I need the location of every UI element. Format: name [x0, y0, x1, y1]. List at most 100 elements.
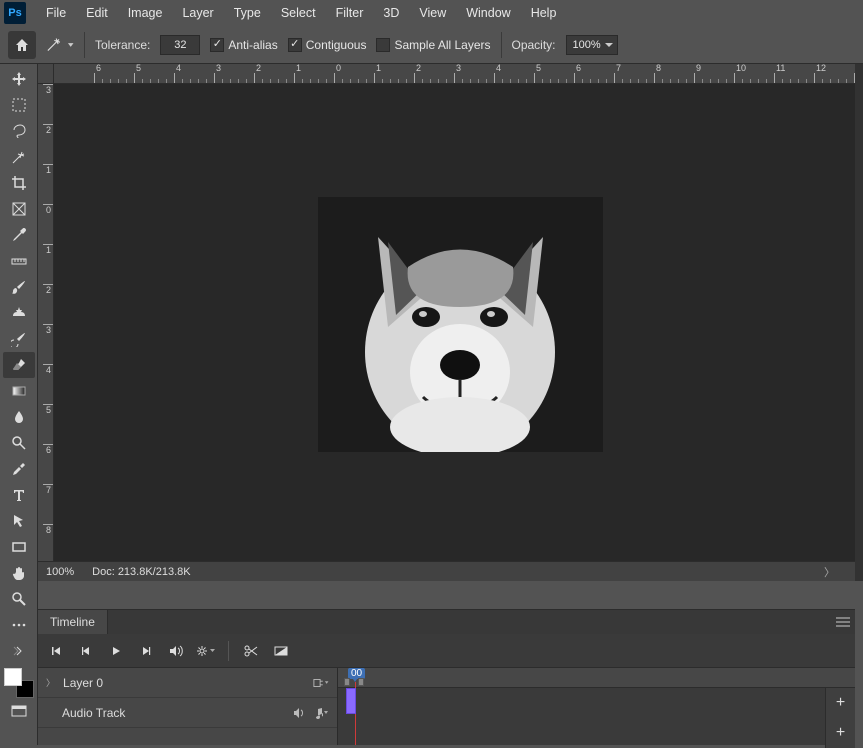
timeline-settings-button[interactable]: [194, 639, 218, 663]
panel-menu-button[interactable]: [831, 610, 855, 634]
color-swatches[interactable]: [4, 668, 34, 698]
home-icon: [14, 37, 30, 53]
audio-icon[interactable]: [291, 705, 307, 721]
document-image: [318, 197, 603, 452]
mute-audio-button[interactable]: [164, 639, 188, 663]
previous-frame-button[interactable]: [74, 639, 98, 663]
audio-track-header[interactable]: Audio Track: [38, 698, 337, 728]
timeline-tab[interactable]: Timeline: [38, 610, 108, 634]
work-area-start[interactable]: [344, 678, 350, 686]
menu-edit[interactable]: Edit: [76, 2, 118, 24]
ruler-tool[interactable]: [3, 248, 35, 274]
right-panel-dock[interactable]: [855, 64, 863, 581]
history-brush-tool[interactable]: [3, 326, 35, 352]
divider: [228, 641, 229, 661]
menu-icon: [836, 617, 850, 627]
foreground-color-swatch[interactable]: [4, 668, 22, 686]
eyedropper-tool[interactable]: [3, 222, 35, 248]
menu-3d[interactable]: 3D: [373, 2, 409, 24]
path-selection-tool[interactable]: [3, 508, 35, 534]
go-to-first-frame-button[interactable]: [44, 639, 68, 663]
status-flyout-icon[interactable]: 〉: [824, 564, 835, 580]
workspace: 654321012345678910111213 3210123456789: [38, 64, 863, 581]
zoom-level[interactable]: 100%: [46, 566, 74, 578]
marquee-tool[interactable]: [3, 92, 35, 118]
music-icon[interactable]: [313, 705, 329, 721]
document-size[interactable]: Doc: 213.8K/213.8K: [92, 566, 190, 578]
play-button[interactable]: [104, 639, 128, 663]
transition-button[interactable]: [269, 639, 293, 663]
menu-layer[interactable]: Layer: [172, 2, 223, 24]
sample-all-layers-checkbox[interactable]: Sample All Layers: [376, 38, 490, 52]
contiguous-checkbox[interactable]: Contiguous: [288, 38, 367, 52]
menu-help[interactable]: Help: [521, 2, 567, 24]
tolerance-input[interactable]: [160, 35, 200, 55]
contiguous-label: Contiguous: [306, 38, 367, 52]
eraser-tool[interactable]: [3, 352, 35, 378]
menu-image[interactable]: Image: [118, 2, 173, 24]
zoom-tool[interactable]: [3, 586, 35, 612]
crop-tool[interactable]: [3, 170, 35, 196]
lasso-tool[interactable]: [3, 118, 35, 144]
timeline-tab-bar: Timeline: [38, 610, 855, 634]
add-media-button[interactable]: +: [825, 688, 855, 718]
gradient-tool[interactable]: [3, 378, 35, 404]
timeline-panel: Timeline 〉 Layer 0 Audio Track: [38, 609, 855, 745]
track-headers: 〉 Layer 0 Audio Track: [38, 668, 338, 745]
clone-stamp-tool[interactable]: [3, 300, 35, 326]
menu-type[interactable]: Type: [224, 2, 271, 24]
menu-file[interactable]: File: [36, 2, 76, 24]
track-options-icon[interactable]: [313, 675, 329, 691]
video-clip[interactable]: [346, 688, 356, 714]
move-tool[interactable]: [3, 66, 35, 92]
ruler-corner: [38, 64, 54, 84]
magic-wand-tool[interactable]: [3, 144, 35, 170]
tools-panel: [0, 64, 38, 745]
opacity-label: Opacity:: [512, 38, 556, 52]
vertical-ruler[interactable]: 3210123456789: [38, 84, 54, 561]
tolerance-label: Tolerance:: [95, 38, 150, 52]
home-button[interactable]: [8, 31, 36, 59]
more-tools-button[interactable]: [3, 612, 35, 638]
options-bar: Tolerance: Anti-alias Contiguous Sample …: [0, 26, 863, 64]
type-tool[interactable]: [3, 482, 35, 508]
brush-tool[interactable]: [3, 274, 35, 300]
menu-window[interactable]: Window: [456, 2, 520, 24]
timeline-controls: [38, 634, 855, 668]
current-tool-indicator[interactable]: [46, 35, 74, 55]
split-clip-button[interactable]: [239, 639, 263, 663]
canvas[interactable]: [54, 84, 863, 561]
menu-view[interactable]: View: [409, 2, 456, 24]
expand-panels-button[interactable]: [3, 638, 35, 664]
antialias-checkbox[interactable]: Anti-alias: [210, 38, 277, 52]
video-track-header[interactable]: 〉 Layer 0: [38, 668, 337, 698]
status-bar: 100% Doc: 213.8K/213.8K 〉: [38, 561, 863, 581]
app-logo: Ps: [4, 2, 26, 24]
blur-tool[interactable]: [3, 404, 35, 430]
rectangle-tool[interactable]: [3, 534, 35, 560]
chevron-right-icon[interactable]: 〉: [46, 676, 55, 689]
menu-bar: Ps File Edit Image Layer Type Select Fil…: [0, 0, 863, 26]
menu-filter[interactable]: Filter: [326, 2, 374, 24]
menu-select[interactable]: Select: [271, 2, 326, 24]
dodge-tool[interactable]: [3, 430, 35, 456]
add-audio-button[interactable]: +: [825, 718, 855, 748]
antialias-label: Anti-alias: [228, 38, 277, 52]
sample-all-label: Sample All Layers: [394, 38, 490, 52]
next-frame-button[interactable]: [134, 639, 158, 663]
track-name: Audio Track: [62, 706, 125, 720]
pen-tool[interactable]: [3, 456, 35, 482]
hand-tool[interactable]: [3, 560, 35, 586]
timeline-tracks: 〉 Layer 0 Audio Track 00: [38, 668, 855, 745]
opacity-select[interactable]: 100%: [566, 35, 618, 55]
screen-mode-button[interactable]: [3, 698, 35, 724]
checkbox-icon: [376, 38, 390, 52]
timeline-ruler-area[interactable]: 00 + +: [338, 668, 855, 745]
divider: [84, 32, 85, 58]
magic-wand-icon: [46, 37, 65, 53]
track-name: Layer 0: [63, 676, 103, 690]
timeline-scale[interactable]: 00: [338, 668, 855, 688]
horizontal-ruler[interactable]: 654321012345678910111213: [54, 64, 863, 84]
frame-tool[interactable]: [3, 196, 35, 222]
checkbox-icon: [210, 38, 224, 52]
